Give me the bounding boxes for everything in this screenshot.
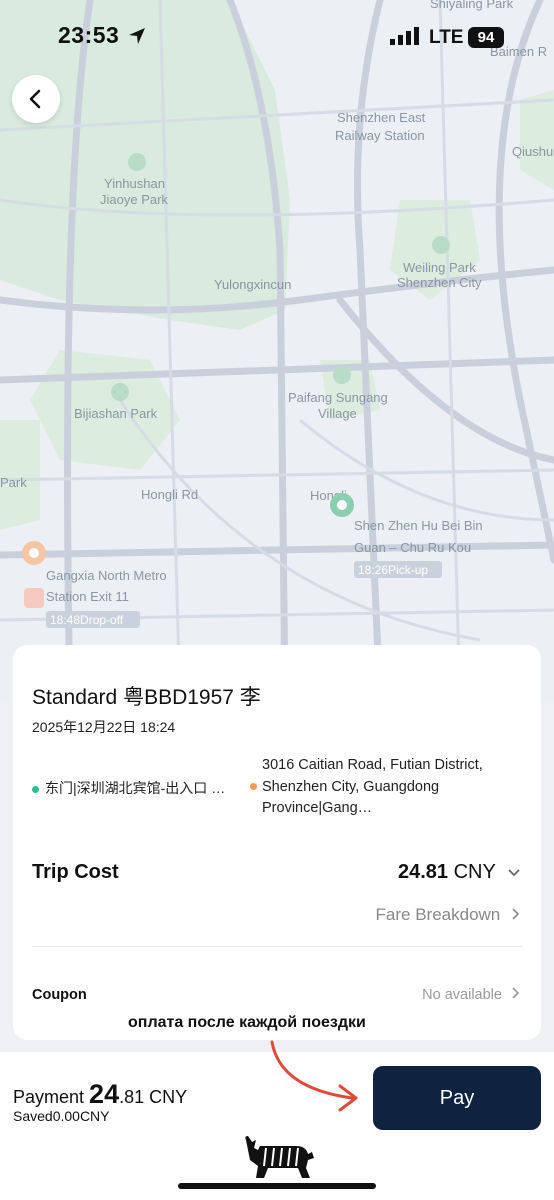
map-label: Hongli Rd xyxy=(141,487,198,502)
dropoff-dot-icon xyxy=(250,783,257,790)
map-label: Jiaoye Park xyxy=(100,192,168,207)
map-label: Bijiashan Park xyxy=(74,406,158,421)
pay-button[interactable]: Pay xyxy=(373,1066,541,1130)
map-label: Shenzhen East xyxy=(337,110,426,125)
tiger-logo-icon xyxy=(245,1136,314,1178)
map-label: Village xyxy=(318,406,357,421)
map-label: Park xyxy=(0,475,27,490)
battery-indicator: 94 xyxy=(468,27,504,48)
pickup-address-row: 东门|深圳湖北宾馆-出入口 … xyxy=(32,778,252,798)
annotation-arrow-icon xyxy=(270,1040,358,1112)
map-label: Weiling Park xyxy=(403,260,476,275)
map-label: Railway Station xyxy=(335,128,425,143)
trip-title: Standard 粤BBD1957 李 xyxy=(32,686,261,709)
payment-currency: CNY xyxy=(144,1087,188,1107)
coupon-value: No available xyxy=(422,987,502,1003)
trip-cost-toggle[interactable]: 24.81 CNY xyxy=(398,861,521,884)
trip-cost-amount: 24.81 xyxy=(397,861,449,883)
trip-date: 2025年12月22日 18:24 xyxy=(32,719,176,735)
map-label: Yulongxincun xyxy=(214,277,291,292)
chevron-right-icon xyxy=(512,987,520,999)
chevron-right-icon xyxy=(512,908,520,920)
chevron-left-icon xyxy=(29,89,41,109)
metro-icon xyxy=(24,588,44,608)
status-bar: 23:53 LTE 94 xyxy=(0,0,554,76)
map-label: Yinhushan xyxy=(104,176,165,191)
coupon-selector[interactable]: No available xyxy=(422,987,521,1003)
location-arrow-icon xyxy=(129,28,145,44)
pickup-label: Guan – Chu Ru Kou xyxy=(354,540,471,555)
pickup-label: Shen Zhen Hu Bei Bin xyxy=(354,518,483,533)
chevron-down-icon xyxy=(508,869,520,876)
status-time: 23:53 xyxy=(58,22,120,48)
trip-cost-currency: CNY xyxy=(448,861,496,883)
map-view[interactable]: Shiyaling Park Baimen R Shenzhen East Ra… xyxy=(0,0,554,700)
divider xyxy=(32,946,522,947)
pickup-time-badge: 18:26Pick-up xyxy=(358,563,428,577)
map-label: Qiushu xyxy=(512,144,553,159)
payment-total: Payment 24.81 CNY xyxy=(13,1079,187,1110)
dropoff-time-badge: 18:48Drop-off xyxy=(50,613,124,627)
saved-amount: Saved0.00CNY xyxy=(13,1108,110,1124)
fare-breakdown-link[interactable]: Fare Breakdown xyxy=(376,905,521,925)
network-type: LTE xyxy=(429,27,464,48)
payment-label: Payment xyxy=(13,1087,90,1107)
payment-amount-int: 24 xyxy=(89,1079,120,1109)
payment-amount-dec: .81 xyxy=(119,1087,145,1107)
trip-cost-label: Trip Cost xyxy=(32,861,119,883)
home-indicator xyxy=(178,1183,376,1189)
dropoff-label: Station Exit 11 xyxy=(46,589,129,604)
pickup-dot-icon xyxy=(32,785,39,793)
back-button[interactable] xyxy=(12,75,60,123)
pickup-address: 东门|深圳湖北宾馆-出入口 … xyxy=(45,780,226,796)
fare-breakdown-label: Fare Breakdown xyxy=(375,905,501,924)
map-canvas[interactable]: Shiyaling Park Baimen R Shenzhen East Ra… xyxy=(0,0,554,700)
coupon-label: Coupon xyxy=(32,987,87,1003)
annotation-text: оплата после каждой поездки xyxy=(128,1014,366,1031)
dropoff-label: Gangxia North Metro xyxy=(46,568,167,583)
signal-icon xyxy=(390,27,419,45)
map-label: Shenzhen City xyxy=(397,275,482,290)
trip-details-card: Standard 粤BBD1957 李 2025年12月22日 18:24 东门… xyxy=(13,645,541,1040)
dropoff-address: 3016 Caitian Road, Futian District, Shen… xyxy=(262,757,483,816)
map-label: Paifang Sungang xyxy=(288,390,388,405)
